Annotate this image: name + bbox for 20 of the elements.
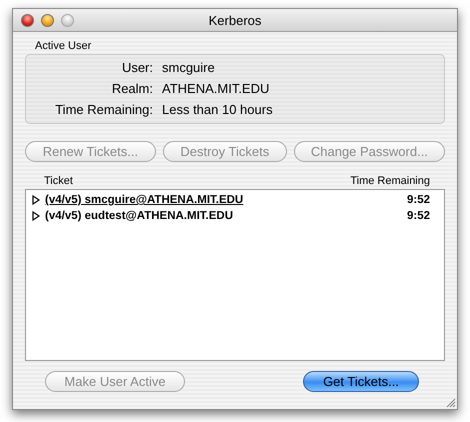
field-value: smcguire <box>162 60 215 75</box>
resize-grip-icon[interactable] <box>445 397 456 408</box>
field-label: Realm: <box>110 81 153 96</box>
field-value: Less than 10 hours <box>162 102 273 117</box>
column-header: Ticket <box>44 175 73 187</box>
group-title: Active User <box>35 40 92 52</box>
default-button[interactable]: Get Tickets... <box>303 371 419 392</box>
close-button[interactable] <box>21 14 34 26</box>
ticket-name[interactable]: (v4/v5) eudtest@ATHENA.MIT.EDU <box>45 210 407 222</box>
field-value: ATHENA.MIT.EDU <box>162 81 270 96</box>
disclosure-triangle-icon[interactable] <box>32 195 40 205</box>
ticket-name[interactable]: (v4/v5) smcguire@ATHENA.MIT.EDU <box>45 194 407 206</box>
window-title: Kerberos <box>208 12 262 28</box>
minimize-button[interactable] <box>41 14 54 26</box>
field-label: Time Remaining: <box>54 102 153 117</box>
field-label: User: <box>120 60 153 75</box>
ticket-time: 9:52 <box>406 194 430 206</box>
column-header: Time Remaining <box>350 175 430 187</box>
ticket-time: 9:52 <box>406 210 430 222</box>
disclosure-triangle-icon[interactable] <box>32 211 40 221</box>
